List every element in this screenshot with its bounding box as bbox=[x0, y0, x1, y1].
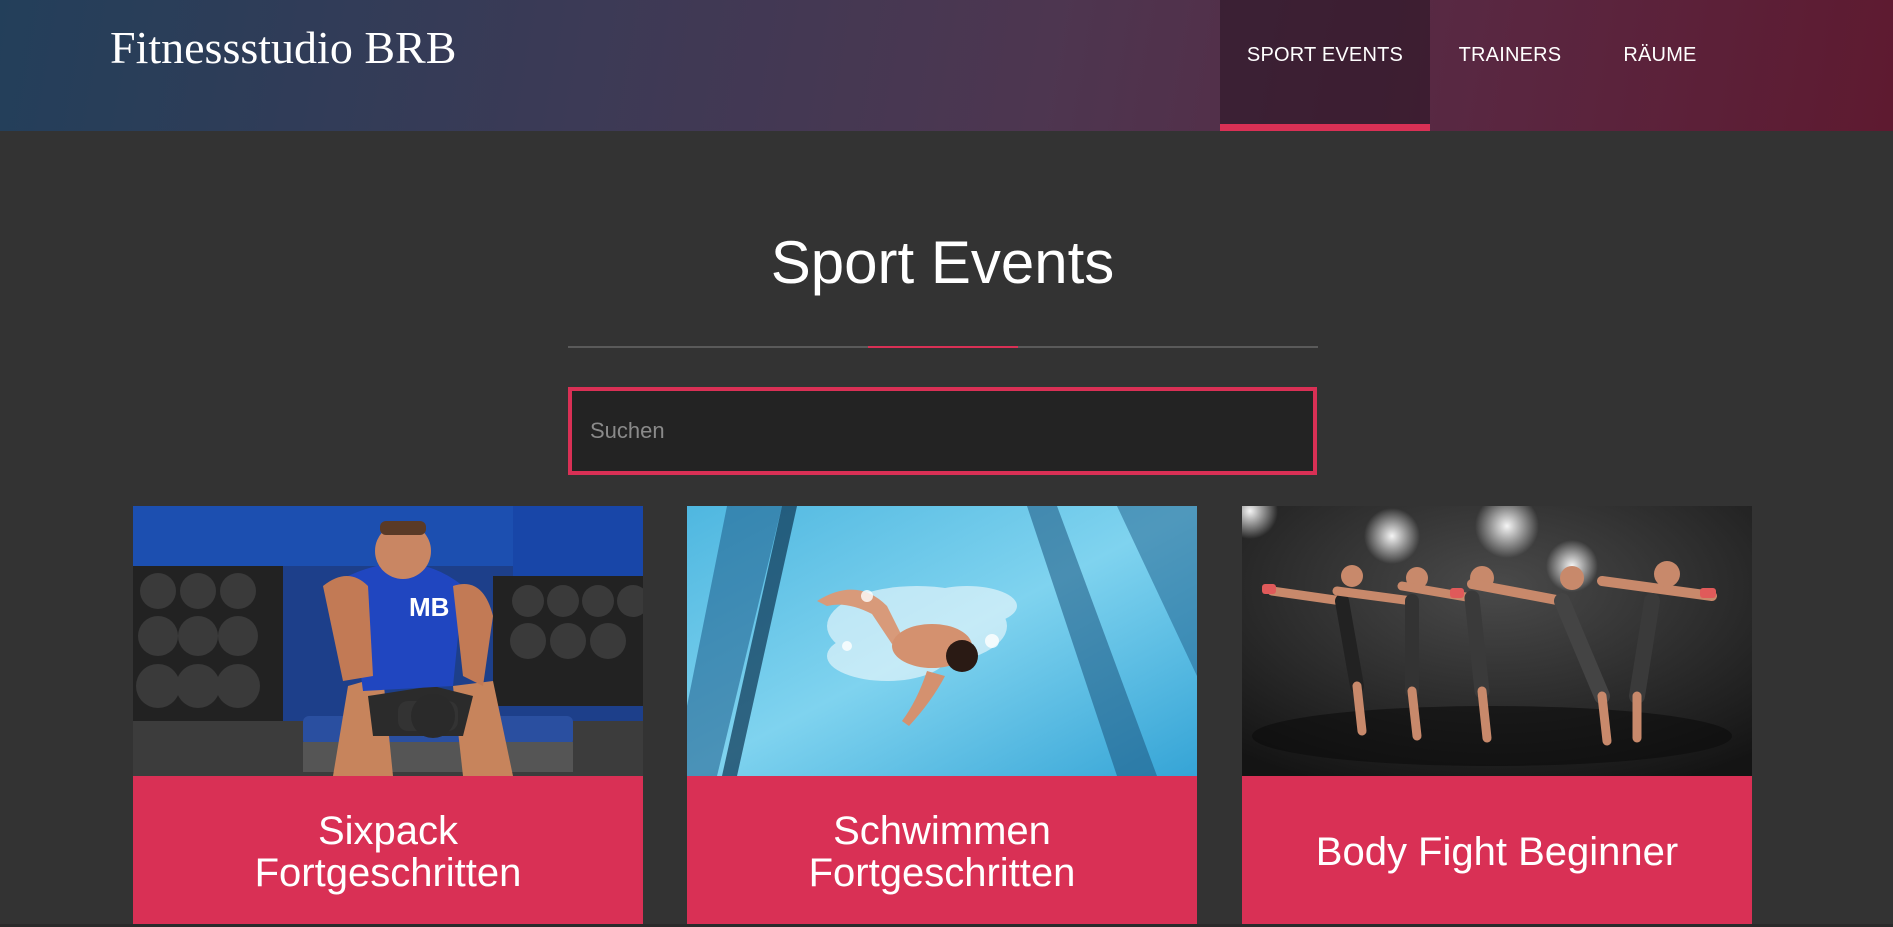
event-title-sixpack[interactable]: Sixpack Fortgeschritten bbox=[133, 776, 643, 927]
nav-raeume[interactable]: RÄUME bbox=[1590, 0, 1730, 131]
event-title-bodyfight[interactable]: Body Fight Beginner bbox=[1242, 776, 1752, 927]
event-title-text: Body Fight Beginner bbox=[1315, 829, 1679, 874]
event-image-gym[interactable]: MB bbox=[133, 506, 643, 776]
page-title: Sport Events bbox=[770, 229, 1115, 296]
event-title-text: Sixpack Fortgeschritten bbox=[254, 808, 522, 895]
event-title-text: Schwimmen Fortgeschritten bbox=[808, 808, 1076, 895]
event-card-bodyfight[interactable]: Body Fight Beginner bbox=[1242, 506, 1752, 927]
pool-photo-icon bbox=[687, 506, 1197, 776]
event-card-sixpack[interactable]: MB Sixpack Fortgeschritten bbox=[133, 506, 643, 927]
bodyfight-photo-icon bbox=[1242, 506, 1752, 776]
gym-photo-icon: MB bbox=[133, 506, 643, 776]
brand-logo[interactable]: Fitnessstudio BRB bbox=[110, 20, 456, 76]
svg-text:MB: MB bbox=[409, 592, 449, 622]
title-divider bbox=[568, 346, 1318, 348]
event-image-pool[interactable] bbox=[687, 506, 1197, 776]
main-nav: SPORT EVENTS TRAINERS RÄUME bbox=[1220, 0, 1893, 131]
nav-trainers[interactable]: TRAINERS bbox=[1430, 0, 1590, 131]
title-divider-accent bbox=[868, 346, 1018, 348]
event-image-bodyfight[interactable] bbox=[1242, 506, 1752, 776]
nav-sport-events[interactable]: SPORT EVENTS bbox=[1220, 0, 1430, 131]
site-header: Fitnessstudio BRB SPORT EVENTS TRAINERS … bbox=[0, 0, 1893, 131]
event-title-schwimmen[interactable]: Schwimmen Fortgeschritten bbox=[687, 776, 1197, 927]
search-input[interactable] bbox=[572, 391, 1313, 471]
search-box bbox=[568, 387, 1317, 475]
event-card-schwimmen[interactable]: Schwimmen Fortgeschritten bbox=[687, 506, 1197, 927]
